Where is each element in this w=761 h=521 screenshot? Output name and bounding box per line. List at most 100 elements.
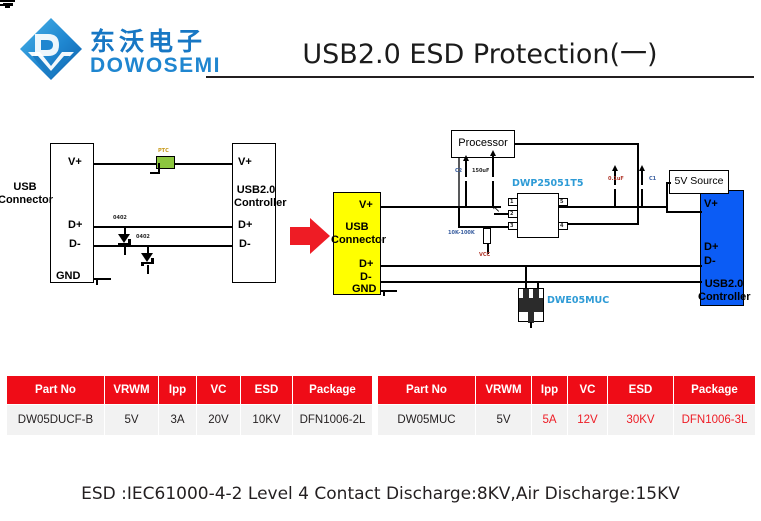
red-right-arrow — [290, 218, 334, 254]
five-volt-source-label: 5V Source — [674, 175, 724, 187]
td-ipp: 3A — [158, 404, 197, 436]
left-diode2-wire-top — [147, 245, 149, 253]
right-gnd-drop — [383, 290, 385, 296]
td-part-no: DW05DUCF-B — [6, 404, 105, 436]
logo-english-text: DOWOSEMI — [90, 54, 221, 77]
parts-table-left: Part No VRWM Ipp VC ESD Package DW05DUCF… — [6, 375, 373, 436]
tvs-reference-label: DWE05MUC — [547, 295, 610, 306]
left-diode1-wire-top — [124, 226, 126, 234]
left-usb-connector-label-1: USB — [13, 181, 37, 193]
td-package: DFN1006-3L — [673, 404, 756, 436]
vcc-label: VCC — [479, 252, 491, 258]
cap-c2-lead-bot — [465, 181, 467, 207]
left-wire-vplus-b — [175, 163, 232, 165]
th-vrwm: VRWM — [104, 375, 159, 405]
left-conn-pin-gnd: GND — [56, 270, 81, 282]
five-volt-drop — [666, 182, 668, 212]
td-ipp: 5A — [531, 404, 568, 436]
table-row: DW05DUCF-B 5V 3A 20V 10KV DFN1006-2L — [6, 404, 373, 436]
th-package: Package — [673, 375, 756, 405]
right-usb-connector-label-2: Connector — [331, 234, 386, 246]
th-vrwm: VRWM — [475, 375, 532, 405]
cap-c2-lead-top — [465, 161, 467, 177]
ptc-label: PTC — [158, 148, 169, 154]
left-conn-pin-dplus: D+ — [68, 219, 83, 231]
right-wire-vplus-b — [546, 206, 666, 208]
th-esd: ESD — [607, 375, 674, 405]
ic-pin-1-number: 1 — [510, 199, 514, 205]
table-right-header-row: Part No VRWM Ipp VC ESD Package — [377, 375, 756, 405]
right-wire-dplus — [381, 265, 702, 267]
left-diode1-label: 0402 — [113, 215, 127, 221]
esd-standard-footer: ESD :IEC61000-4-2 Level 4 Contact Discha… — [81, 484, 680, 504]
th-ipp: Ipp — [158, 375, 197, 405]
processor-right-wire — [515, 143, 639, 145]
left-wire-vplus-a — [94, 163, 156, 165]
th-vc: VC — [567, 375, 608, 405]
brand-logo: 东沃电子 DOWOSEMI — [18, 14, 228, 86]
left-gnd-drop — [96, 278, 98, 285]
cap-c1-lead-top — [641, 171, 643, 185]
ic-reference-label: DWP25051T5 — [512, 178, 584, 189]
left-ground-2 — [0, 0, 15, 16]
td-esd: 10KV — [240, 404, 293, 436]
left-conn-pin-dminus: D- — [69, 238, 81, 250]
left-ctrl-pin-dminus: D- — [239, 238, 251, 250]
left-controller-label-2: Controller — [234, 197, 287, 209]
tvs-lead-a — [525, 265, 527, 288]
left-controller-label-1: USB2.0 — [236, 184, 276, 196]
title-underline — [206, 76, 754, 78]
right-controller-label-2: Controller — [698, 291, 751, 303]
right-conn-pin-dminus: D- — [360, 271, 372, 283]
right-ground-symbol — [0, 0, 15, 56]
ic-pin-2-number: 2 — [510, 211, 514, 217]
cap-01uf-value-label: 0.1uF — [608, 176, 624, 182]
resistor-value-label: 10K-100K — [448, 230, 475, 236]
td-package: DFN1006-2L — [292, 404, 373, 436]
left-ctrl-pin-dplus: D+ — [238, 219, 253, 231]
processor-drop-wire — [458, 158, 460, 206]
cap-150uf-value-label: 150uF — [472, 168, 490, 174]
page-title: USB2.0 ESD Protection(一) — [302, 39, 658, 70]
left-wire-dminus — [94, 245, 232, 247]
tvs-ground-symbol — [0, 0, 15, 64]
left-ctrl-pin-vplus: V+ — [238, 156, 252, 168]
right-wire-vplus-a — [381, 206, 501, 208]
parts-table-right: Part No VRWM Ipp VC ESD Package DW05MUC … — [377, 375, 756, 436]
processor-right-drop — [637, 143, 639, 223]
cap-150uf-lead-top — [492, 156, 494, 177]
cap-01uf-lead-bot — [614, 189, 616, 207]
left-usb-connector-label-2: Connector — [0, 194, 53, 206]
left-diode2-wire-bot — [147, 265, 149, 274]
logo-chinese-text: 东沃电子 — [90, 27, 207, 56]
enable-arrow-icon: ↖ — [492, 204, 501, 215]
th-part-no: Part No — [6, 375, 105, 405]
table-left-header-row: Part No VRWM Ipp VC ESD Package — [6, 375, 373, 405]
right-usb-connector-label-1: USB — [345, 221, 369, 233]
processor-label: Processor — [458, 137, 508, 149]
tvs-gnd-lead — [530, 322, 532, 328]
td-esd: 30KV — [607, 404, 674, 436]
td-part-no: DW05MUC — [377, 404, 476, 436]
td-vrwm: 5V — [475, 404, 532, 436]
ic-pin3-riser — [458, 206, 460, 226]
right-wire-dminus — [381, 281, 702, 283]
td-vc: 12V — [567, 404, 608, 436]
five-volt-link — [666, 182, 671, 184]
five-volt-to-ctrl — [666, 211, 702, 213]
td-vc: 20V — [196, 404, 241, 436]
ic-pin-5-number: 5 — [560, 199, 564, 205]
resistor-10k-100k — [483, 228, 491, 244]
td-vrwm: 5V — [104, 404, 159, 436]
page-root: 东沃电子 DOWOSEMI USB2.0 ESD Protection(一) U… — [0, 0, 761, 521]
ic-dwp25051t5-body — [517, 193, 559, 238]
th-package: Package — [292, 375, 373, 405]
right-conn-pin-dplus: D+ — [359, 258, 374, 270]
left-diode2-label: 0402 — [136, 234, 150, 240]
right-ctrl-pin-vplus: V+ — [704, 198, 718, 210]
ic-pin-3-number: 3 — [510, 223, 514, 229]
right-ctrl-pin-dplus: D+ — [704, 241, 719, 253]
left-diode1-wire-bot — [124, 246, 126, 255]
right-controller-label-1: USB2.0 — [704, 278, 744, 290]
th-vc: VC — [196, 375, 241, 405]
